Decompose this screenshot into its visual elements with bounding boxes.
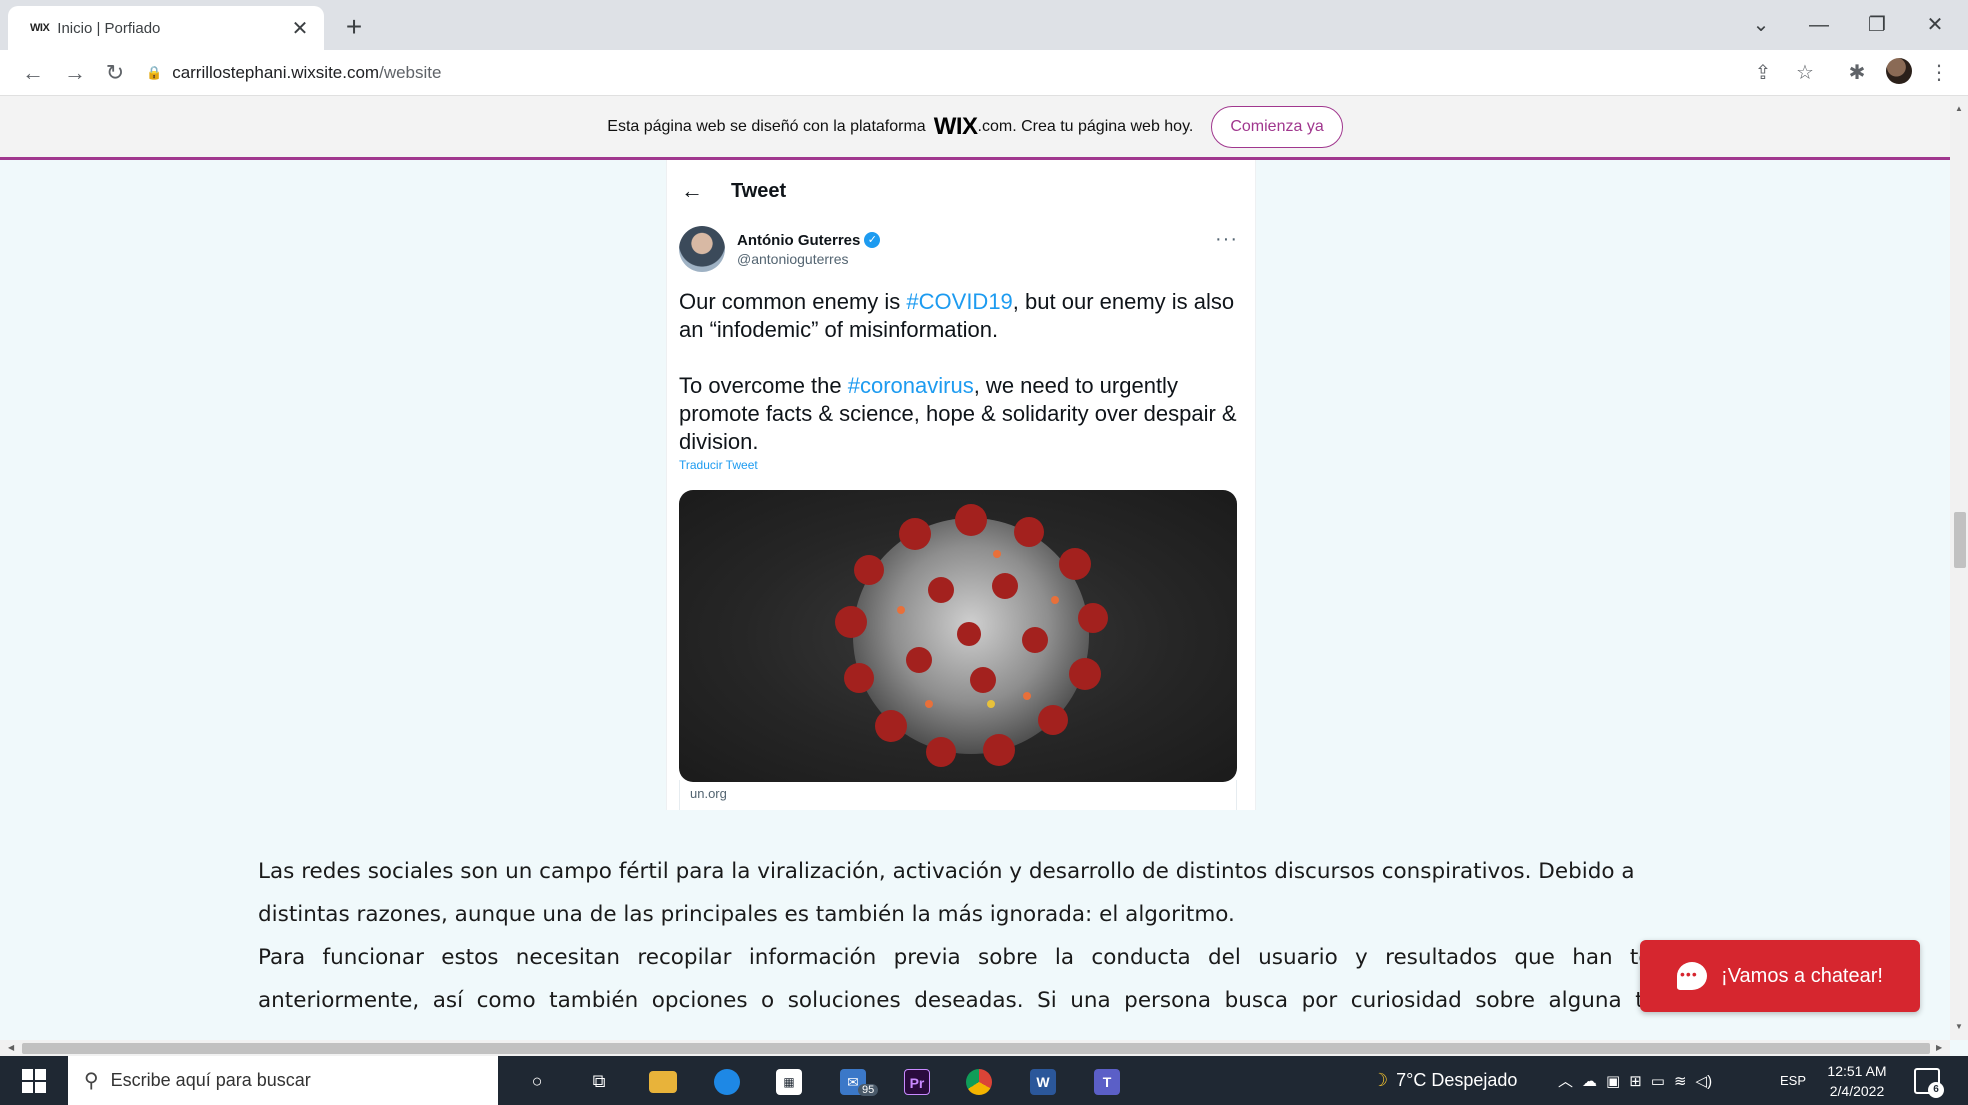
premiere-pro-icon[interactable]: Pr: [900, 1064, 934, 1098]
wifi-icon[interactable]: ≋: [1674, 1072, 1687, 1090]
scroll-up-arrow-icon[interactable]: ▲: [1950, 100, 1968, 118]
tab-title: Inicio | Porfiado: [57, 19, 161, 37]
scroll-left-arrow-icon[interactable]: ◀: [8, 1040, 14, 1056]
hashtag-coronavirus-link[interactable]: #coronavirus: [848, 373, 974, 398]
clock[interactable]: 12:51 AM 2/4/2022: [1822, 1056, 1892, 1105]
tab-inicio[interactable]: WIX Inicio | Porfiado ✕: [8, 6, 324, 50]
chevron-up-icon[interactable]: ︿: [1558, 1070, 1573, 1091]
wix-promo-banner: Esta página web se diseñó con la platafo…: [0, 96, 1950, 160]
windows-taskbar: ⚲ Escribe aquí para buscar ○ ⧉ ▦ ✉ 95 Pr…: [0, 1056, 1968, 1105]
wix-favicon-icon: WIX: [30, 22, 50, 34]
hashtag-covid19-link[interactable]: #COVID19: [906, 289, 1012, 314]
vertical-scrollbar[interactable]: ▲ ▼: [1950, 96, 1968, 1040]
word-icon[interactable]: W: [1026, 1064, 1060, 1098]
back-icon[interactable]: ←: [18, 58, 48, 88]
tweet-author[interactable]: António Guterres ✓ @antonioguterres: [679, 226, 881, 272]
chat-bubble-icon: [1677, 962, 1708, 990]
vertical-scroll-thumb[interactable]: [1954, 512, 1966, 568]
windows-start-icon[interactable]: [22, 1069, 46, 1093]
system-tray[interactable]: ︿ ☁ ▣ ⊞ ▭ ≋ ◁): [1558, 1056, 1712, 1105]
tweet-header: ← Tweet: [681, 178, 786, 204]
cortana-icon[interactable]: ○: [520, 1064, 554, 1098]
extensions-puzzle-icon[interactable]: ✱: [1842, 58, 1872, 88]
close-window-button[interactable]: ✕: [1910, 8, 1960, 42]
notifications-icon[interactable]: 6: [1914, 1068, 1944, 1098]
page-content: ← Tweet António Guterres ✓ @antonioguter…: [0, 160, 1950, 1040]
wix-logo: WIX: [933, 112, 978, 140]
address-bar[interactable]: 🔒 carrillostephani.wixsite.com/website: [146, 57, 1726, 89]
restore-button[interactable]: ❐: [1852, 8, 1902, 42]
wix-banner-text: Esta página web se diseñó con la platafo…: [607, 117, 926, 135]
tweet-header-title: Tweet: [731, 179, 787, 202]
wix-banner-text-end: .com. Crea tu página web hoy.: [977, 117, 1194, 135]
tweet-paragraph-1: Our common enemy is #COVID19, but our en…: [679, 289, 1235, 342]
clock-time: 12:51 AM: [1827, 1062, 1887, 1079]
horizontal-scroll-thumb[interactable]: [22, 1043, 1930, 1054]
tab-search-chevron-icon[interactable]: ⌄: [1736, 8, 1786, 42]
chat-button-label: ¡Vamos a chatear!: [1721, 964, 1883, 987]
article-line-4: anteriormente, así como también opciones…: [258, 988, 1698, 1013]
meet-now-icon[interactable]: ▣: [1606, 1072, 1620, 1090]
bookmark-star-icon[interactable]: ☆: [1790, 58, 1820, 88]
minimize-button[interactable]: —: [1794, 8, 1844, 42]
lock-icon: 🔒: [146, 65, 163, 80]
mail-count-badge: 95: [858, 1084, 879, 1096]
url-text: carrillostephani.wixsite.com/website: [172, 63, 442, 82]
forward-icon[interactable]: →: [60, 58, 90, 88]
volume-icon[interactable]: ◁): [1696, 1072, 1713, 1090]
edge-browser-icon[interactable]: [710, 1064, 744, 1098]
weather-text: 7°C Despejado: [1396, 1070, 1518, 1090]
article-line-3: Para funcionar estos necesitan recopilar…: [258, 945, 1698, 970]
chrome-icon[interactable]: [962, 1064, 996, 1098]
moon-icon: ☽: [1372, 1070, 1389, 1090]
scroll-down-arrow-icon[interactable]: ▼: [1950, 1018, 1968, 1036]
link-preview-card[interactable]: un.org: [679, 780, 1237, 810]
task-view-icon[interactable]: ⧉: [582, 1064, 616, 1098]
battery-icon[interactable]: ▭: [1651, 1072, 1665, 1090]
weather-widget[interactable]: ☽ 7°C Despejado: [1372, 1056, 1517, 1105]
tab-strip: WIX Inicio | Porfiado ✕ + ⌄ — ❐ ✕: [0, 0, 1968, 50]
clock-date: 2/4/2022: [1829, 1082, 1885, 1099]
tweet-paragraph-2: To overcome the #coronavirus, we need to…: [679, 373, 1237, 454]
microsoft-store-icon[interactable]: ▦: [772, 1064, 806, 1098]
embedded-tweet: ← Tweet António Guterres ✓ @antonioguter…: [666, 160, 1256, 810]
more-options-icon[interactable]: ···: [1215, 228, 1238, 251]
taskbar-search[interactable]: ⚲ Escribe aquí para buscar: [68, 1056, 498, 1105]
browser-toolbar: ← → ↻ 🔒 carrillostephani.wixsite.com/web…: [0, 50, 1968, 96]
virus-illustration: [835, 504, 1108, 767]
article-body: Las redes sociales son un campo fértil p…: [258, 850, 1698, 1022]
new-tab-button[interactable]: +: [338, 12, 370, 44]
profile-avatar[interactable]: [1886, 58, 1912, 84]
close-tab-icon[interactable]: ✕: [288, 16, 312, 41]
tweet-text: Our common enemy is #COVID19, but our en…: [679, 288, 1249, 484]
notification-count: 6: [1928, 1082, 1944, 1098]
back-arrow-icon[interactable]: ←: [681, 178, 703, 204]
menu-kebab-icon[interactable]: ⋮: [1924, 58, 1954, 88]
article-line-1: Las redes sociales son un campo fértil p…: [258, 859, 1635, 884]
teams-icon[interactable]: T: [1090, 1064, 1124, 1098]
coronavirus-image[interactable]: [679, 490, 1237, 782]
search-icon: ⚲: [84, 1070, 99, 1092]
author-name[interactable]: António Guterres: [737, 232, 860, 249]
chat-button[interactable]: ¡Vamos a chatear!: [1640, 940, 1920, 1012]
reload-icon[interactable]: ↻: [100, 58, 130, 88]
article-line-2: distintas razones, aunque una de las pri…: [258, 902, 1235, 927]
onedrive-cloud-icon[interactable]: ☁: [1582, 1072, 1597, 1090]
input-language[interactable]: ESP: [1780, 1056, 1806, 1105]
comienza-ya-button[interactable]: Comienza ya: [1211, 105, 1343, 148]
verified-badge-icon: ✓: [864, 232, 881, 248]
author-avatar[interactable]: [679, 226, 725, 272]
file-explorer-icon[interactable]: [646, 1064, 680, 1098]
horizontal-scrollbar[interactable]: ◀ ▶: [0, 1040, 1950, 1056]
scroll-right-arrow-icon[interactable]: ▶: [1936, 1040, 1942, 1056]
share-icon[interactable]: ⇪: [1748, 58, 1778, 88]
translate-tweet-link[interactable]: Traducir Tweet: [679, 458, 758, 472]
author-handle[interactable]: @antonioguterres: [737, 251, 880, 267]
display-icon[interactable]: ⊞: [1629, 1072, 1642, 1090]
taskbar-search-placeholder: Escribe aquí para buscar: [110, 1070, 311, 1090]
